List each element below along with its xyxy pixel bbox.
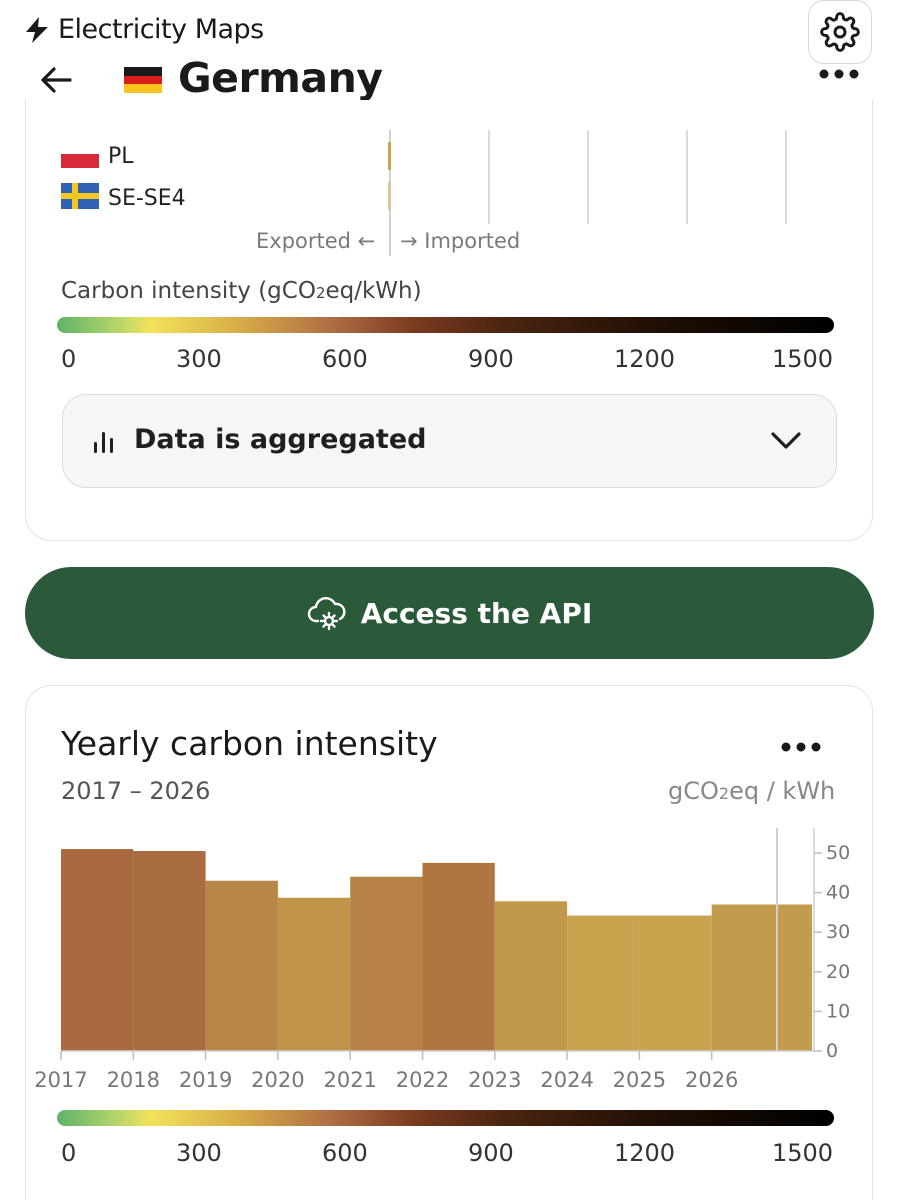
chevron-down-icon[interactable] bbox=[770, 430, 802, 452]
brand-logo[interactable]: Electricity Maps bbox=[24, 14, 264, 45]
x-tick-label: 2022 bbox=[396, 1068, 449, 1092]
scale-tick: 900 bbox=[468, 1139, 514, 1167]
chart-bar[interactable] bbox=[350, 876, 423, 1051]
grid-line bbox=[488, 130, 490, 224]
chart-bar[interactable] bbox=[494, 901, 568, 1051]
scale-tick: 900 bbox=[468, 345, 514, 373]
chart-bar[interactable] bbox=[422, 862, 495, 1051]
exported-label: Exported ← bbox=[256, 229, 376, 253]
exchange-zone-label: SE-SE4 bbox=[108, 186, 186, 211]
brand-name: Electricity Maps bbox=[58, 14, 264, 45]
access-api-label: Access the API bbox=[360, 596, 593, 630]
scale-tick: 600 bbox=[322, 1139, 368, 1167]
y-tick-label: 400 bbox=[826, 882, 850, 904]
yearly-carbon-chart: 500 400 300 200 100 0 2017 2018 2019 2020 2021 2022… bbox=[34, 828, 850, 1092]
scale-tick: 1200 bbox=[614, 345, 676, 373]
scale-tick: 1500 bbox=[772, 345, 834, 373]
scale-tick: 300 bbox=[176, 345, 222, 373]
x-tick-label: 2017 bbox=[34, 1068, 87, 1092]
y-tick-label: 0 bbox=[826, 1040, 838, 1062]
x-tick-label: 2026 bbox=[685, 1068, 738, 1092]
chart-bar[interactable] bbox=[205, 880, 278, 1051]
x-tick-label: 2021 bbox=[323, 1068, 376, 1092]
chart-bar[interactable] bbox=[61, 849, 134, 1051]
back-button[interactable] bbox=[36, 60, 76, 100]
exchange-bar bbox=[388, 142, 391, 170]
scale-tick: 1200 bbox=[614, 1139, 676, 1167]
x-tick-label: 2024 bbox=[540, 1068, 593, 1092]
chart-title: Yearly carbon intensity bbox=[61, 724, 438, 763]
carbon-intensity-label: Carbon intensity (gCO2eq/kWh) bbox=[61, 278, 422, 304]
poland-flag-icon bbox=[61, 150, 99, 176]
chart-unit: gCO2eq / kWh bbox=[668, 777, 836, 805]
aggregated-label: Data is aggregated bbox=[134, 424, 427, 455]
carbon-intensity-scale bbox=[57, 1110, 834, 1126]
germany-flag-icon bbox=[124, 67, 162, 93]
exchange-bar bbox=[388, 182, 391, 210]
chart-bar[interactable] bbox=[133, 851, 206, 1051]
bar-chart-icon bbox=[94, 432, 113, 453]
y-tick-label: 500 bbox=[826, 842, 850, 864]
chart-bar[interactable] bbox=[277, 897, 351, 1051]
chart-bar[interactable] bbox=[567, 915, 640, 1051]
scale-tick: 600 bbox=[322, 345, 368, 373]
x-tick-label: 2019 bbox=[179, 1068, 232, 1092]
gear-icon bbox=[820, 12, 860, 52]
zone-title: Germany bbox=[178, 54, 383, 102]
chart-date-range: 2017 – 2026 bbox=[61, 777, 211, 805]
sweden-flag-icon bbox=[61, 183, 99, 209]
lightning-icon bbox=[26, 16, 48, 43]
x-tick-label: 2023 bbox=[468, 1068, 521, 1092]
chart-bar[interactable] bbox=[639, 915, 712, 1051]
y-tick-label: 100 bbox=[826, 1000, 850, 1022]
grid-line bbox=[785, 130, 787, 224]
scale-tick: 0 bbox=[61, 1139, 77, 1167]
scale-tick: 0 bbox=[61, 345, 77, 373]
exchange-zone-label: PL bbox=[108, 144, 134, 169]
more-options-icon[interactable] bbox=[780, 740, 822, 754]
imported-label: → Imported bbox=[400, 229, 521, 253]
scale-tick: 300 bbox=[176, 1139, 222, 1167]
x-tick-label: 2018 bbox=[107, 1068, 160, 1092]
more-options-icon[interactable] bbox=[818, 66, 860, 82]
chart-bar[interactable] bbox=[711, 904, 812, 1051]
scale-tick: 1500 bbox=[772, 1139, 834, 1167]
cloud-gear-icon bbox=[307, 597, 346, 631]
settings-button[interactable] bbox=[808, 0, 872, 64]
arrow-left-icon bbox=[41, 67, 72, 93]
y-tick-label: 200 bbox=[826, 961, 850, 983]
access-api-button[interactable]: Access the API bbox=[25, 567, 874, 659]
grid-line bbox=[686, 130, 688, 224]
grid-line bbox=[587, 130, 589, 224]
carbon-intensity-scale bbox=[57, 317, 834, 333]
y-tick-label: 300 bbox=[826, 921, 850, 943]
x-tick-label: 2020 bbox=[251, 1068, 304, 1092]
x-tick-label: 2025 bbox=[613, 1068, 666, 1092]
